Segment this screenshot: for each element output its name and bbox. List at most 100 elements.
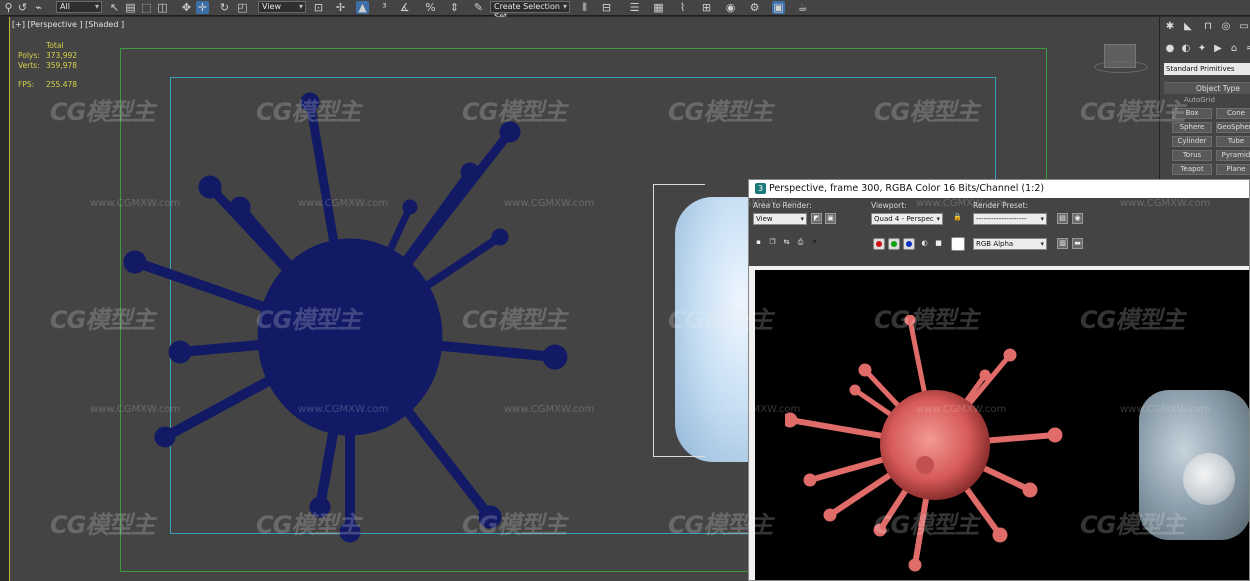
curve-editor-icon[interactable]: ⌇ <box>676 1 689 14</box>
stats-verts-value: 359,978 <box>46 61 78 70</box>
ice-ball-render <box>1183 453 1235 505</box>
main-toolbar: ⚲ ↺ ⌁ All ↖ ▤ ⬚ ◫ ✥ ✛ ↻ ◰ View ⊡ ✢ ▲ ³ ∡… <box>0 0 1250 21</box>
toggle-ui-icon[interactable]: ▬ <box>1072 238 1083 249</box>
render-window-title[interactable]: Perspective, frame 300, RGBA Color 16 Bi… <box>749 180 1249 198</box>
box-button[interactable]: Box <box>1172 108 1212 119</box>
copy-image-icon[interactable]: ❐ <box>767 238 778 249</box>
select-move-active-icon[interactable]: ✛ <box>196 1 209 14</box>
lock-icon[interactable]: 🔒 <box>952 213 963 224</box>
schematic-view-icon[interactable]: ⊞ <box>700 1 713 14</box>
mirror-icon[interactable]: ⫴ <box>578 1 591 14</box>
viewport-statistics: Total Polys: 373,992 Verts: 359,978 FPS: 25… <box>18 41 77 90</box>
stats-total-label: Total <box>46 41 64 50</box>
pivot-center-icon[interactable]: ⊡ <box>312 1 325 14</box>
viewport-label: Viewport: <box>871 201 907 210</box>
green-channel-toggle[interactable] <box>888 238 900 250</box>
alpha-channel-icon[interactable]: ◐ <box>919 239 930 250</box>
print-image-icon[interactable]: ⎙ <box>795 238 806 249</box>
layer-manager-icon[interactable]: ☰ <box>628 1 641 14</box>
geosphere-button[interactable]: GeoSphere <box>1216 122 1250 133</box>
shapes-icon[interactable]: ◐ <box>1180 43 1192 55</box>
command-panel: ✱ ◣ ⊓ ◎ ▭ ● ◐ ✦ ▶ ⌂ ≈ Standard Primitive… <box>1159 17 1250 187</box>
create-tab-icon[interactable]: ✱ <box>1164 21 1176 33</box>
blue-channel-toggle[interactable] <box>903 238 915 250</box>
stats-fps-label: FPS: <box>18 80 35 89</box>
render-production-icon[interactable]: ☕ <box>796 1 809 14</box>
named-selection-select[interactable]: Create Selection Set <box>490 1 570 21</box>
swatch-color[interactable] <box>951 237 965 251</box>
select-manipulate-icon[interactable]: ✢ <box>334 1 347 14</box>
edit-region-icon[interactable]: ◩ <box>811 213 822 224</box>
autogrid-checkbox[interactable]: AutoGrid <box>1184 96 1215 104</box>
render-preset-select[interactable]: -------------------- <box>973 213 1047 225</box>
render-window-controls: Area to Render: View ◩ ▣ Viewport: Quad … <box>749 198 1249 266</box>
render-preset-label: Render Preset: <box>973 201 1028 210</box>
rendered-frame-window[interactable]: Perspective, frame 300, RGBA Color 16 Bi… <box>748 179 1250 581</box>
selection-region-icon[interactable]: ⬚ <box>140 1 153 14</box>
rendered-frame-window-icon[interactable]: ▣ <box>772 1 785 14</box>
viewcube-compass-ring[interactable] <box>1094 61 1148 73</box>
select-move-icon[interactable]: ✥ <box>180 1 193 14</box>
tube-button[interactable]: Tube <box>1216 136 1250 147</box>
spacewarps-icon[interactable]: ≈ <box>1244 43 1250 55</box>
cameras-icon[interactable]: ▶ <box>1212 43 1224 55</box>
reference-coordinate-select[interactable]: View <box>258 1 306 13</box>
align-icon[interactable]: ⊟ <box>600 1 613 14</box>
object-type-rollout[interactable]: Object Type <box>1164 82 1250 94</box>
snaps-toggle-icon[interactable]: ³ <box>378 1 391 14</box>
display-channel-select[interactable]: RGB Alpha <box>973 238 1047 250</box>
red-channel-toggle[interactable] <box>873 238 885 250</box>
link-icon[interactable]: ⚲ <box>2 1 15 14</box>
window-crossing-icon[interactable]: ◫ <box>156 1 169 14</box>
material-editor-icon[interactable]: ◉ <box>724 1 737 14</box>
pyramid-button[interactable]: Pyramid <box>1216 150 1250 161</box>
clear-icon[interactable]: ✕ <box>809 238 820 249</box>
save-image-icon[interactable]: ▪ <box>753 238 764 249</box>
teapot-button[interactable]: Teapot <box>1172 164 1212 175</box>
geometry-icon[interactable]: ● <box>1164 43 1176 55</box>
spinner-snap-icon[interactable]: ⇕ <box>448 1 461 14</box>
plane-button[interactable]: Plane <box>1216 164 1250 175</box>
selection-filter-select[interactable]: All <box>56 1 102 13</box>
blue-virus-model[interactable] <box>110 87 590 557</box>
select-object-icon[interactable]: ↖ <box>108 1 121 14</box>
display-tab-icon[interactable]: ▭ <box>1238 21 1250 33</box>
rendered-image[interactable] <box>755 270 1249 580</box>
torus-button[interactable]: Torus <box>1172 150 1212 161</box>
modify-tab-icon[interactable]: ◣ <box>1182 21 1194 33</box>
cylinder-button[interactable]: Cylinder <box>1172 136 1212 147</box>
viewport-label[interactable]: [+] [Perspective ] [Shaded ] <box>12 20 124 29</box>
monochrome-icon[interactable]: ■ <box>933 239 944 250</box>
select-by-name-icon[interactable]: ▤ <box>124 1 137 14</box>
environment-icon[interactable]: ◉ <box>1072 213 1083 224</box>
area-to-render-select[interactable]: View <box>753 213 807 225</box>
viewport-select[interactable]: Quad 4 - Perspec <box>871 213 943 225</box>
hierarchy-tab-icon[interactable]: ⊓ <box>1202 21 1214 33</box>
motion-tab-icon[interactable]: ◎ <box>1220 21 1232 33</box>
lights-icon[interactable]: ✦ <box>1196 43 1208 55</box>
graphite-ribbon-icon[interactable]: ▦ <box>652 1 665 14</box>
selection-bracket <box>653 184 705 457</box>
stats-verts-label: Verts: <box>18 61 40 70</box>
unlink-icon[interactable]: ↺ <box>16 1 29 14</box>
select-scale-icon[interactable]: ◰ <box>236 1 249 14</box>
edit-named-selection-icon[interactable]: ✎ <box>472 1 485 14</box>
render-setup-icon[interactable]: ▤ <box>1057 213 1068 224</box>
pink-virus-render <box>785 315 1063 572</box>
app-logo-icon: 3 <box>755 183 766 194</box>
angle-snap-icon[interactable]: ∡ <box>398 1 411 14</box>
percent-snap-icon[interactable]: % <box>424 1 437 14</box>
select-rotate-icon[interactable]: ↻ <box>218 1 231 14</box>
auto-region-icon[interactable]: ▣ <box>825 213 836 224</box>
helpers-icon[interactable]: ⌂ <box>1228 43 1240 55</box>
clone-window-icon[interactable]: ⇆ <box>781 238 792 249</box>
toggle-ui-overlay-icon[interactable]: ▥ <box>1057 238 1068 249</box>
cone-button[interactable]: Cone <box>1216 108 1250 119</box>
area-to-render-label: Area to Render: <box>753 201 812 210</box>
sphere-button[interactable]: Sphere <box>1172 122 1212 133</box>
bind-spacewarp-icon[interactable]: ⌁ <box>32 1 45 14</box>
keyboard-shortcut-icon[interactable]: ▲ <box>356 1 369 14</box>
render-setup-icon[interactable]: ⚙ <box>748 1 761 14</box>
stats-polys-label: Polys: <box>18 51 40 60</box>
primitive-category-dropdown[interactable]: Standard Primitives <box>1164 63 1250 75</box>
